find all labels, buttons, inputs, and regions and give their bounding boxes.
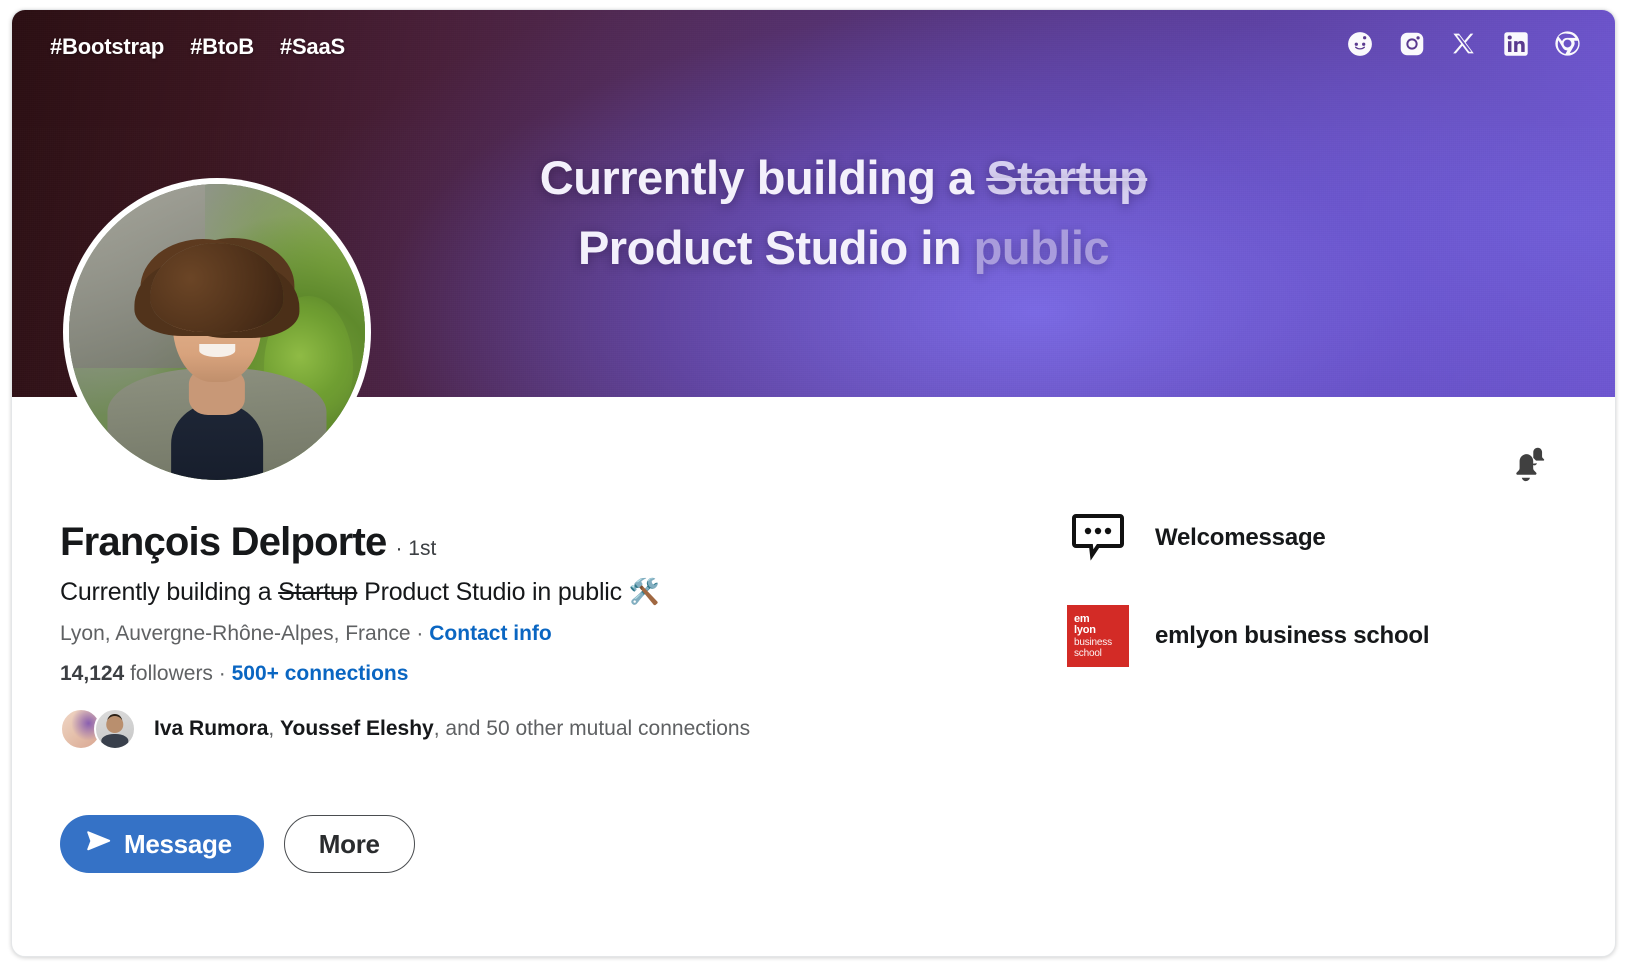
emlyon-logo-line-3: business xyxy=(1074,636,1112,648)
mutual-separator: , xyxy=(268,717,281,740)
profile-organizations: Welcomessage em lyon business school eml… xyxy=(1067,507,1567,703)
chrome-icon[interactable] xyxy=(1554,30,1581,57)
followers-label: followers · xyxy=(124,662,232,685)
banner-text-mid: Product Studio in xyxy=(577,220,974,274)
avatar-photo-shirt xyxy=(171,403,263,480)
headline-pre: Currently building a xyxy=(60,578,279,606)
organization-name: Welcomessage xyxy=(1155,524,1326,551)
profile-headline: Currently building a Startup Product Stu… xyxy=(60,578,1020,607)
more-button-label: More xyxy=(318,828,380,859)
organization-name: emlyon business school xyxy=(1155,622,1430,649)
page-title: François Delporte · 1st xyxy=(60,520,1020,565)
mutual-connections[interactable]: Iva Rumora, Youssef Eleshy, and 50 other… xyxy=(60,708,1020,750)
profile-details: François Delporte · 1st Currently buildi… xyxy=(60,520,1020,750)
profile-card: #Bootstrap #BtoB #SaaS Currently buildin… xyxy=(11,9,1616,957)
contact-info-link[interactable]: Contact info xyxy=(429,622,551,645)
headline-strike: Startup xyxy=(278,578,358,606)
emlyon-logo-line-4: school xyxy=(1074,647,1102,659)
hashtag-bootstrap[interactable]: #Bootstrap xyxy=(50,34,164,60)
profile-location: Lyon, Auvergne-Rhône-Alpes, France · Con… xyxy=(60,622,1020,646)
profile-stats: 14,124 followers · 500+ connections xyxy=(60,662,1020,686)
avatar-photo xyxy=(69,184,365,480)
message-button[interactable]: Message xyxy=(60,815,264,873)
banner-text-strike: Startup xyxy=(986,151,1148,204)
emlyon-logo: em lyon business school xyxy=(1067,605,1129,667)
x-twitter-icon[interactable] xyxy=(1450,30,1477,57)
hashtag-saas[interactable]: #SaaS xyxy=(280,34,345,60)
instagram-icon[interactable] xyxy=(1398,30,1425,57)
mutual-avatars xyxy=(60,708,138,750)
profile-actions: Message More xyxy=(60,815,415,873)
message-button-label: Message xyxy=(124,828,232,859)
avatar[interactable] xyxy=(63,178,371,486)
emlyon-logo-line-2: lyon xyxy=(1074,624,1096,636)
mutual-name-2: Youssef Eleshy xyxy=(280,717,434,740)
speech-bubble-logo xyxy=(1067,507,1129,569)
reddit-icon[interactable] xyxy=(1346,30,1373,57)
linkedin-icon[interactable] xyxy=(1502,30,1529,57)
social-links xyxy=(1346,30,1581,57)
hashtag-btob[interactable]: #BtoB xyxy=(190,34,254,60)
avatar-photo-smile xyxy=(199,343,235,358)
mutual-connections-text: Iva Rumora, Youssef Eleshy, and 50 other… xyxy=(154,717,750,741)
mutual-name-1: Iva Rumora xyxy=(154,717,269,740)
headline-post: Product Studio in public 🛠️ xyxy=(357,578,660,606)
connection-degree: · 1st xyxy=(395,537,437,560)
send-icon xyxy=(86,828,112,861)
bell-icon[interactable] xyxy=(1503,438,1555,490)
organization-emlyon[interactable]: em lyon business school emlyon business … xyxy=(1067,605,1567,667)
followers-count: 14,124 xyxy=(60,662,125,685)
connections-link[interactable]: 500+ connections xyxy=(232,662,409,685)
more-button[interactable]: More xyxy=(283,815,415,873)
mutual-avatar-2 xyxy=(94,708,136,750)
banner-text-dim: public xyxy=(973,220,1110,274)
banner-hashtags: #Bootstrap #BtoB #SaaS xyxy=(50,34,345,60)
organization-welcomessage[interactable]: Welcomessage xyxy=(1067,507,1567,569)
emlyon-logo-mark: em lyon business school xyxy=(1067,605,1129,667)
profile-name: François Delporte xyxy=(60,520,387,564)
mutual-rest: , and 50 other mutual connections xyxy=(433,717,751,740)
banner-text-pre: Currently building a xyxy=(539,151,987,204)
location-text: Lyon, Auvergne-Rhône-Alpes, France · xyxy=(60,622,430,645)
